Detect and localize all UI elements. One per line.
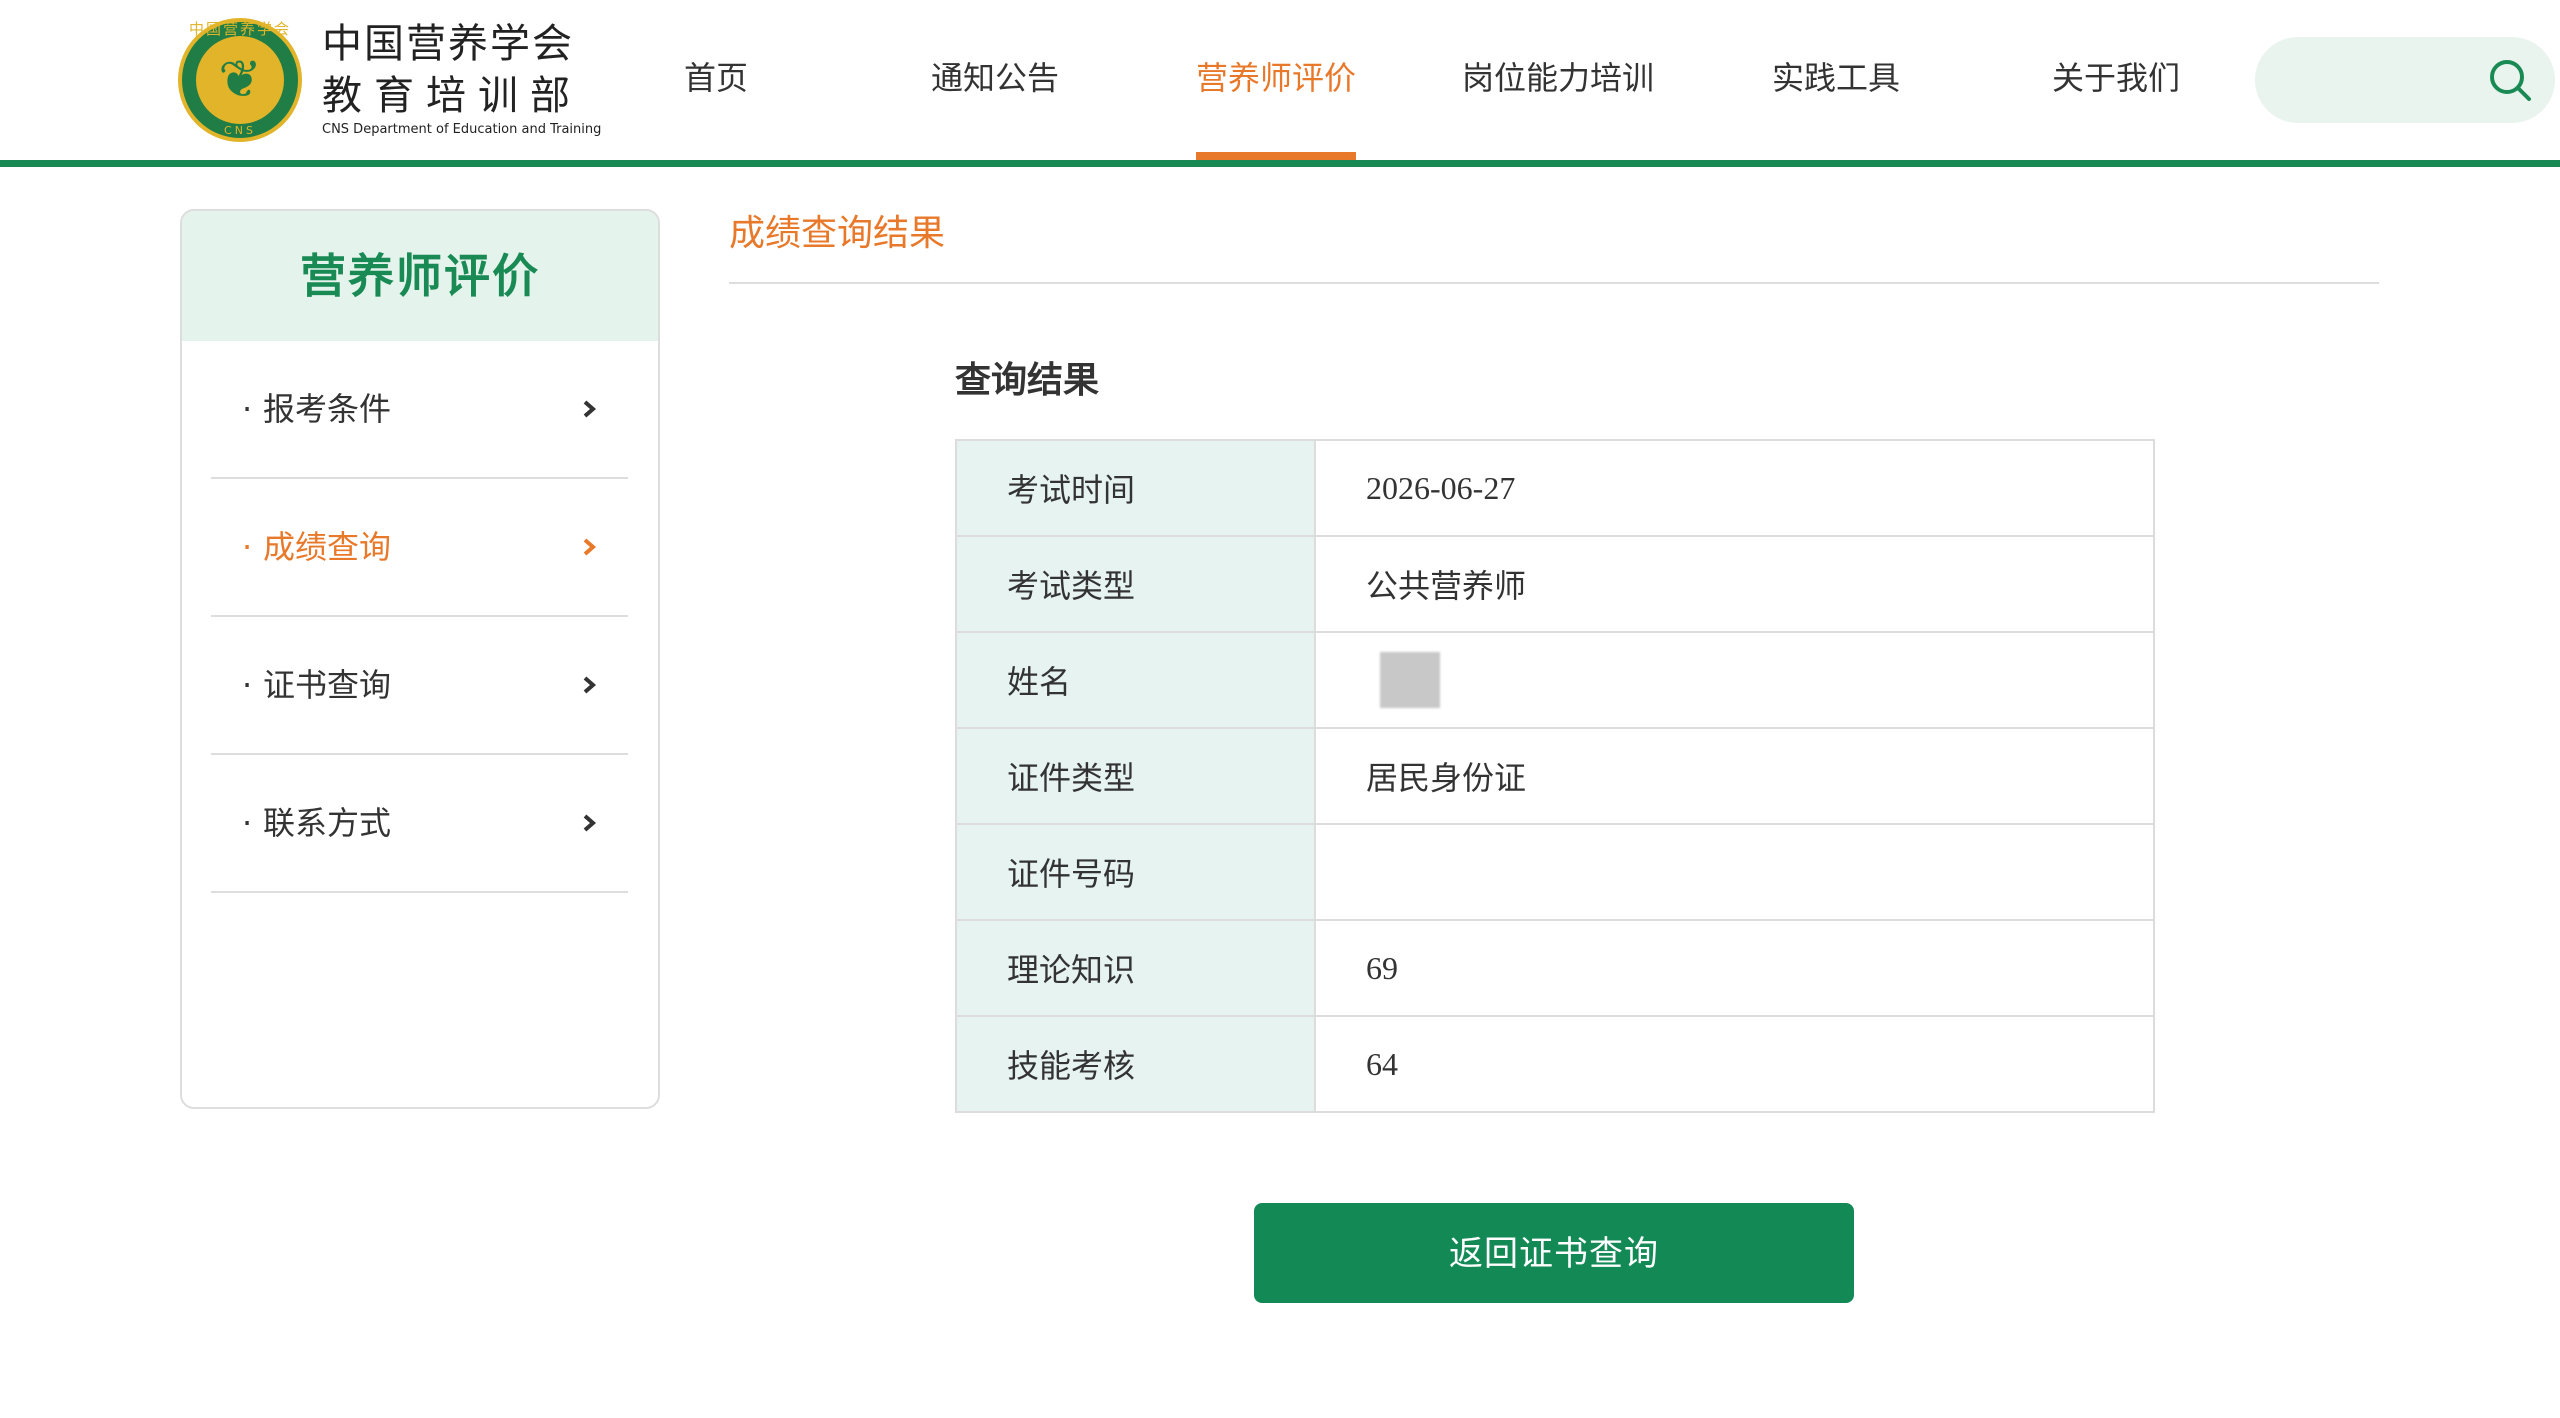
table-row: 姓名 [955,631,2155,729]
sidebar-item-certificate-query[interactable]: · 证书查询 [211,617,628,755]
table-row: 证件号码 [955,823,2155,921]
field-value-exam-type: 公共营养师 [1314,535,2155,633]
nav-about-us[interactable]: 关于我们 [2050,52,2182,104]
sidebar-item-contact[interactable]: · 联系方式 [211,755,628,893]
header-divider [0,160,2560,167]
nav-home[interactable]: 首页 [680,52,752,104]
sidebar: 营养师评价 · 报考条件 · 成绩查询 · 证书查询 · 联系方式 [180,209,660,1109]
field-label-theory-score: 理论知识 [955,919,1316,1017]
sidebar-item-exam-requirements[interactable]: · 报考条件 [211,341,628,479]
sidebar-item-label: 证书查询 [263,666,392,704]
field-label-id-number: 证件号码 [955,823,1316,921]
bullet-dot: · [242,528,253,566]
logo-title-line2: 教育培训部 [322,73,582,119]
result-table: 考试时间 2026-06-27 考试类型 公共营养师 姓名 证件类型 居民身份证… [955,439,2155,1113]
table-row: 理论知识 69 [955,919,2155,1017]
sidebar-title: 营养师评价 [182,211,658,341]
page-title: 成绩查询结果 [729,213,946,254]
title-divider [729,282,2379,284]
field-label-skill-score: 技能考核 [955,1015,1316,1113]
field-label-exam-type: 考试类型 [955,535,1316,633]
field-value-skill-score: 64 [1314,1015,2155,1113]
table-row: 技能考核 64 [955,1015,2155,1113]
sidebar-item-label: 联系方式 [263,804,392,842]
sidebar-item-score-query[interactable]: · 成绩查询 [211,479,628,617]
table-row: 考试类型 公共营养师 [955,535,2155,633]
table-row: 证件类型 居民身份证 [955,727,2155,825]
table-row: 考试时间 2026-06-27 [955,439,2155,537]
sidebar-item-label: 报考条件 [263,390,392,428]
logo-emblem-abbr: CNS [224,124,256,137]
sidebar-item-label: 成绩查询 [263,528,392,566]
redacted-name [1380,652,1440,708]
field-value-exam-date: 2026-06-27 [1314,439,2155,537]
nav-dietitian-evaluation[interactable]: 营养师评价 [1196,52,1356,104]
search-box[interactable] [2255,37,2555,123]
logo-emblem[interactable]: 中国营养学会 ❦ CNS [178,18,302,142]
site-header: 中国营养学会 ❦ CNS 中国营养学会 教育培训部 CNS Department… [0,0,2560,167]
chevron-right-icon [583,676,597,694]
back-to-certificate-query-button[interactable]: 返回证书查询 [1254,1203,1854,1303]
bullet-dot: · [242,666,253,704]
nav-job-training[interactable]: 岗位能力培训 [1460,52,1656,104]
field-value-id-number [1314,823,2155,921]
field-label-name: 姓名 [955,631,1316,729]
nav-notices[interactable]: 通知公告 [925,52,1065,104]
field-value-name [1314,631,2155,729]
bullet-dot: · [242,390,253,428]
field-label-exam-date: 考试时间 [955,439,1316,537]
chevron-right-icon [583,814,597,832]
logo-wheat-icon: ❦ [196,36,284,124]
field-value-id-type: 居民身份证 [1314,727,2155,825]
logo-english-subtitle: CNS Department of Education and Training [322,122,602,137]
field-label-id-type: 证件类型 [955,727,1316,825]
logo-title-line1: 中国营养学会 [322,21,574,67]
search-icon[interactable] [2487,57,2533,103]
nav-practice-tools[interactable]: 实践工具 [1770,52,1902,104]
section-title: 查询结果 [955,360,1100,401]
field-value-theory-score: 69 [1314,919,2155,1017]
sidebar-menu: · 报考条件 · 成绩查询 · 证书查询 · 联系方式 [211,341,628,893]
bullet-dot: · [242,804,253,842]
chevron-right-icon [583,538,597,556]
chevron-right-icon [583,400,597,418]
